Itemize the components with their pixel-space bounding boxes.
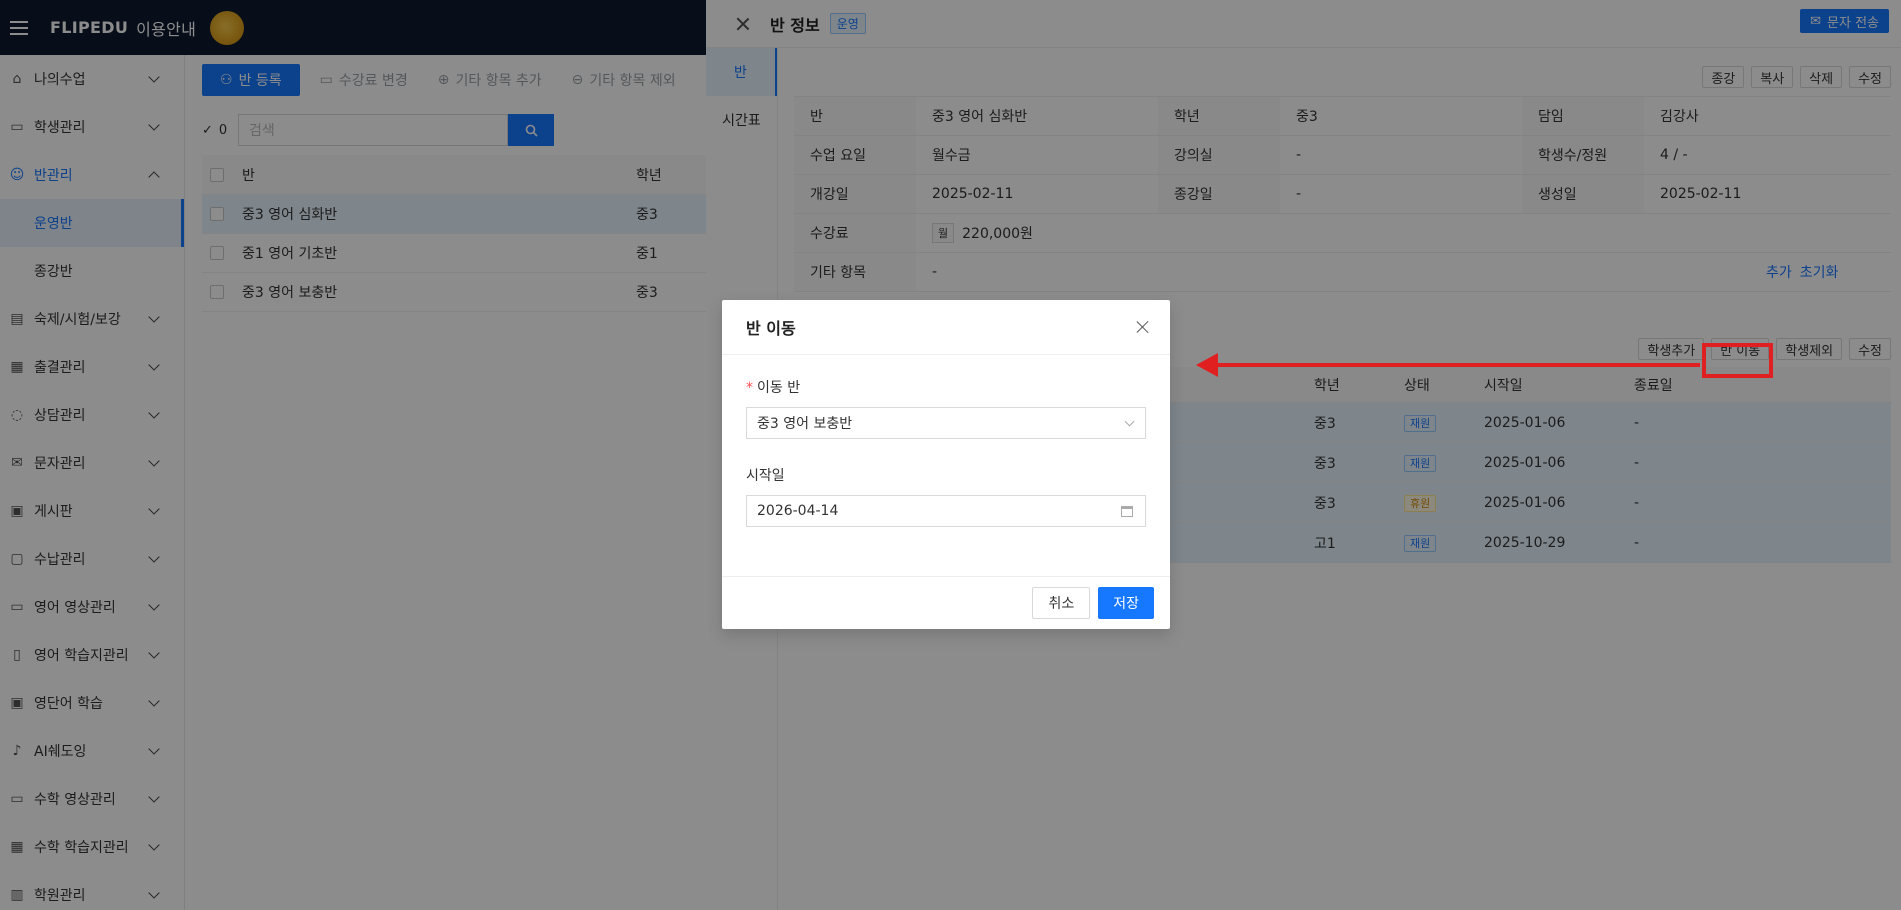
- chevron-down-icon: [1124, 416, 1135, 427]
- move-class-modal: 반 이동 * 이동 반 중3 영어 보충반 시작일 2026-04-14 취소 저…: [722, 300, 1170, 629]
- required-mark: *: [746, 380, 753, 396]
- modal-title: 반 이동: [746, 319, 796, 338]
- page-overlay[interactable]: [0, 0, 706, 910]
- calendar-icon: [1121, 505, 1133, 517]
- start-date-label: 시작일: [746, 468, 785, 484]
- start-date-value: 2026-04-14: [757, 503, 839, 519]
- annotation-arrow-head: [1196, 353, 1218, 377]
- target-class-value: 중3 영어 보충반: [757, 416, 853, 432]
- close-icon[interactable]: [1136, 320, 1150, 334]
- annotation-arrow-line: [1210, 363, 1700, 367]
- modal-body: * 이동 반 중3 영어 보충반 시작일 2026-04-14: [722, 355, 1170, 527]
- target-class-label-text: 이동 반: [757, 380, 801, 396]
- target-class-label: * 이동 반: [746, 377, 1146, 397]
- annotation-highlight-box: [1702, 343, 1773, 378]
- target-class-select[interactable]: 중3 영어 보충반: [746, 407, 1146, 439]
- start-date-picker[interactable]: 2026-04-14: [746, 495, 1146, 527]
- cancel-button[interactable]: 취소: [1032, 587, 1091, 619]
- modal-header: 반 이동: [722, 300, 1170, 355]
- modal-footer: 취소 저장: [722, 576, 1170, 629]
- save-button[interactable]: 저장: [1098, 587, 1154, 619]
